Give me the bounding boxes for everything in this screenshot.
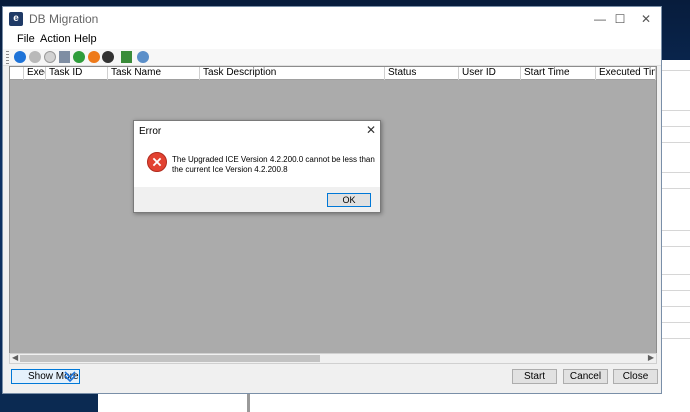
- horizontal-scrollbar[interactable]: ◀ ▶: [9, 353, 657, 364]
- task-grid[interactable]: Exec Task ID Task Name Task Description …: [9, 66, 657, 364]
- column-task-id[interactable]: Task ID: [46, 67, 108, 80]
- error-dialog: Error ✕ The Upgraded ICE Version 4.2.200…: [133, 120, 381, 213]
- dialog-close-icon[interactable]: ✕: [366, 123, 376, 137]
- close-button[interactable]: Close: [613, 369, 658, 384]
- column-user-id[interactable]: User ID: [459, 67, 521, 80]
- play-icon[interactable]: [14, 51, 26, 63]
- scroll-right-icon[interactable]: ▶: [648, 353, 654, 362]
- start-button[interactable]: Start: [512, 369, 557, 384]
- grid-header: Exec Task ID Task Name Task Description …: [10, 67, 656, 80]
- orange-icon[interactable]: [88, 51, 100, 63]
- refresh-icon[interactable]: [73, 51, 85, 63]
- menu-help[interactable]: Help: [74, 33, 97, 45]
- chevron-down-icon: [64, 371, 76, 382]
- dialog-message: The Upgraded ICE Version 4.2.200.0 canno…: [172, 155, 375, 174]
- maximize-button[interactable]: ☐: [608, 10, 632, 28]
- column-executed-time[interactable]: Executed Time (Min): [596, 67, 656, 80]
- dialog-title: Error: [139, 126, 162, 137]
- toolbar-grip[interactable]: [6, 51, 9, 64]
- background-window: [658, 60, 690, 412]
- toolbar: [3, 49, 661, 66]
- column-task-description[interactable]: Task Description: [200, 67, 385, 80]
- column-exec[interactable]: Exec: [24, 67, 46, 80]
- document-icon[interactable]: [59, 51, 70, 63]
- bottom-bar: Show More Start Cancel Close: [3, 364, 661, 393]
- scrollbar-thumb[interactable]: [20, 355, 320, 362]
- column-status[interactable]: Status: [385, 67, 459, 80]
- settings-icon[interactable]: [44, 51, 56, 63]
- menu-file[interactable]: File: [17, 33, 35, 45]
- background-strip: [0, 392, 690, 412]
- scroll-left-icon[interactable]: ◀: [12, 353, 18, 362]
- window-title: DB Migration: [29, 12, 99, 26]
- cancel-button[interactable]: Cancel: [563, 369, 608, 384]
- dialog-footer: OK: [134, 187, 380, 212]
- menu-bar: File Action Help: [3, 31, 661, 49]
- column-task-name[interactable]: Task Name: [108, 67, 200, 80]
- show-more-button[interactable]: Show More: [11, 369, 80, 384]
- menu-action[interactable]: Action: [40, 33, 71, 45]
- title-bar[interactable]: e DB Migration — ☐ ✕: [3, 7, 661, 31]
- export-icon[interactable]: [121, 51, 132, 63]
- close-window-button[interactable]: ✕: [634, 10, 658, 28]
- globe-icon[interactable]: [137, 51, 149, 63]
- column-start-time[interactable]: Start Time: [521, 67, 596, 80]
- error-icon: [147, 152, 167, 172]
- ok-button[interactable]: OK: [327, 193, 371, 207]
- app-icon: e: [9, 12, 23, 26]
- stop-icon[interactable]: [29, 51, 41, 63]
- row-header-cell: [10, 67, 24, 80]
- info-icon[interactable]: [102, 51, 114, 63]
